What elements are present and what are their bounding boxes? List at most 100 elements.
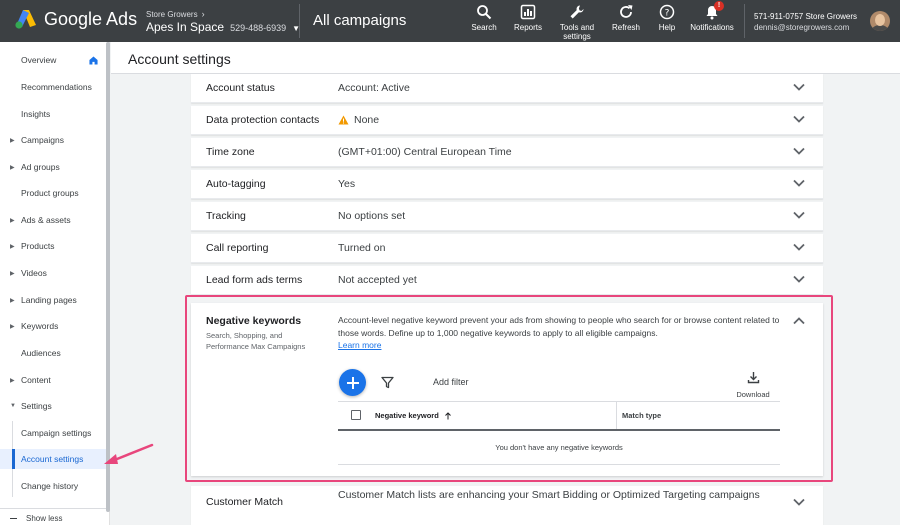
chevron-down-icon[interactable] xyxy=(793,211,805,219)
chevron-down-icon[interactable] xyxy=(793,83,805,91)
sidebar-item-label: Content xyxy=(21,375,51,385)
page-title: Account settings xyxy=(128,51,231,67)
setting-value: Turned on xyxy=(338,242,386,254)
sidebar-item-content[interactable]: ▶ Content xyxy=(0,370,108,390)
expand-arrow-icon: ▶ xyxy=(10,243,15,250)
account-id: 529-488-6939 xyxy=(230,23,287,33)
account-name: Apes In Space xyxy=(146,20,225,34)
divider xyxy=(0,508,108,509)
google-ads-logo[interactable]: Google Ads xyxy=(14,8,137,30)
user-phone-org: 571-911-0757 Store Growers xyxy=(754,12,858,21)
sidebar-item-label: Ad groups xyxy=(21,162,60,172)
search-label: Search xyxy=(471,23,497,32)
chevron-down-icon[interactable] xyxy=(793,275,805,283)
setting-value-wrap: None xyxy=(338,114,379,126)
chevron-down-icon[interactable] xyxy=(793,179,805,187)
setting-label: Lead form ads terms xyxy=(206,274,303,286)
sidebar-item-settings[interactable]: ▼ Settings xyxy=(0,396,108,416)
sidebar-item-insights[interactable]: Insights xyxy=(0,104,108,124)
sidebar-item-label: Landing pages xyxy=(21,295,77,305)
expand-arrow-icon: ▶ xyxy=(10,217,15,224)
divider xyxy=(299,4,300,38)
sidebar-item-label: Overview xyxy=(21,55,57,65)
show-less-button[interactable]: Show less xyxy=(26,514,62,523)
sidebar-item-product-groups[interactable]: Product groups xyxy=(0,183,108,203)
sidebar-item-label: Insights xyxy=(21,109,51,119)
campaign-scope[interactable]: All campaigns xyxy=(313,12,406,29)
setting-row-call-reporting[interactable]: Call reporting Turned on xyxy=(191,234,823,263)
expand-arrow-icon: ▶ xyxy=(10,297,15,304)
sidebar-item-audiences[interactable]: Audiences xyxy=(0,343,108,363)
page-header: Account settings xyxy=(111,42,900,74)
sidebar-item-change-history[interactable]: Change history xyxy=(0,476,108,496)
svg-text:?: ? xyxy=(665,9,670,19)
help-button[interactable]: ? Help xyxy=(654,4,680,32)
wrench-icon xyxy=(570,5,584,19)
refresh-label: Refresh xyxy=(611,23,640,32)
warning-icon xyxy=(338,115,349,125)
sidebar-item-label: Change history xyxy=(21,481,79,491)
sidebar-item-landing-pages[interactable]: ▶ Landing pages xyxy=(0,290,108,310)
sidebar-item-videos[interactable]: ▶ Videos xyxy=(0,263,108,283)
sidebar-item-label: Product groups xyxy=(21,188,79,198)
setting-value: Customer Match lists are enhancing your … xyxy=(338,489,760,501)
refresh-icon xyxy=(620,5,633,18)
search-button[interactable]: Search xyxy=(470,4,498,32)
sidebar-item-label: Recommendations xyxy=(21,82,92,92)
chevron-down-icon[interactable] xyxy=(793,147,805,155)
setting-label: Data protection contacts xyxy=(206,114,320,126)
tools-settings-button[interactable]: Tools and settings xyxy=(555,4,599,41)
chevron-down-icon[interactable] xyxy=(793,498,805,506)
highlight-annotation-box xyxy=(185,295,833,482)
setting-value: None xyxy=(354,114,380,126)
search-icon xyxy=(477,5,492,20)
expand-arrow-icon: ▶ xyxy=(10,164,15,171)
sidebar-item-label: Videos xyxy=(21,268,47,278)
notifications-button[interactable]: ! Notifications xyxy=(686,1,738,32)
setting-row-data-protection[interactable]: Data protection contacts None xyxy=(191,106,823,135)
app-name: Google Ads xyxy=(44,8,138,29)
account-switcher[interactable]: Store Growers › Apes In Space 529-488-69… xyxy=(146,9,300,34)
sidebar-item-recommendations[interactable]: Recommendations xyxy=(0,77,108,97)
help-label: Help xyxy=(658,23,676,32)
reports-button[interactable]: Reports xyxy=(511,4,545,32)
sidebar-item-ad-groups[interactable]: ▶ Ad groups xyxy=(0,157,108,177)
setting-row-account-status[interactable]: Account status Account: Active xyxy=(191,74,823,103)
sidebar-item-products[interactable]: ▶ Products xyxy=(0,236,108,256)
setting-row-customer-match[interactable]: Customer Match Customer Match lists are … xyxy=(191,486,823,525)
avatar[interactable] xyxy=(870,11,890,31)
setting-value: Not accepted yet xyxy=(338,274,417,286)
setting-label: Tracking xyxy=(206,210,246,222)
setting-row-tracking[interactable]: Tracking No options set xyxy=(191,202,823,231)
setting-label: Time zone xyxy=(206,146,255,158)
help-icon: ? xyxy=(659,4,675,20)
chevron-down-icon[interactable] xyxy=(793,115,805,123)
parent-account-name: Store Growers xyxy=(146,9,198,19)
refresh-button[interactable]: Refresh xyxy=(609,4,643,32)
sidebar-item-label: Audiences xyxy=(21,348,61,358)
pointer-arrow-annotation xyxy=(104,443,154,464)
expand-arrow-icon: ▶ xyxy=(10,377,15,384)
sidebar-item-overview[interactable]: Overview xyxy=(0,50,108,70)
reports-label: Reports xyxy=(513,23,542,32)
setting-value: No options set xyxy=(338,210,406,222)
setting-value: (GMT+01:00) Central European Time xyxy=(338,146,512,158)
setting-row-time-zone[interactable]: Time zone (GMT+01:00) Central European T… xyxy=(191,138,823,167)
setting-row-lead-form-terms[interactable]: Lead form ads terms Not accepted yet xyxy=(191,266,823,295)
sidebar-item-label: Ads & assets xyxy=(21,215,71,225)
top-bar: Google Ads Store Growers › Apes In Space… xyxy=(0,0,900,42)
sidebar-item-campaigns[interactable]: ▶ Campaigns xyxy=(0,130,108,150)
setting-label: Auto-tagging xyxy=(206,178,266,190)
sidebar-item-keywords[interactable]: ▶ Keywords xyxy=(0,316,108,336)
sidebar-item-label: Settings xyxy=(21,401,52,411)
expand-arrow-icon: ▶ xyxy=(10,137,15,144)
tools-settings-label: Tools and settings xyxy=(559,23,595,41)
chevron-down-icon[interactable] xyxy=(793,243,805,251)
sidebar-item-label: Campaigns xyxy=(21,135,64,145)
setting-row-auto-tagging[interactable]: Auto-tagging Yes xyxy=(191,170,823,199)
user-info[interactable]: 571-911-0757 Store Growers dennis@storeg… xyxy=(754,11,857,33)
expand-arrow-icon: ▶ xyxy=(10,323,15,330)
notification-badge: ! xyxy=(714,1,724,11)
sidebar-item-ads-assets[interactable]: ▶ Ads & assets xyxy=(0,210,108,230)
sidebar-item-label: Products xyxy=(21,241,55,251)
